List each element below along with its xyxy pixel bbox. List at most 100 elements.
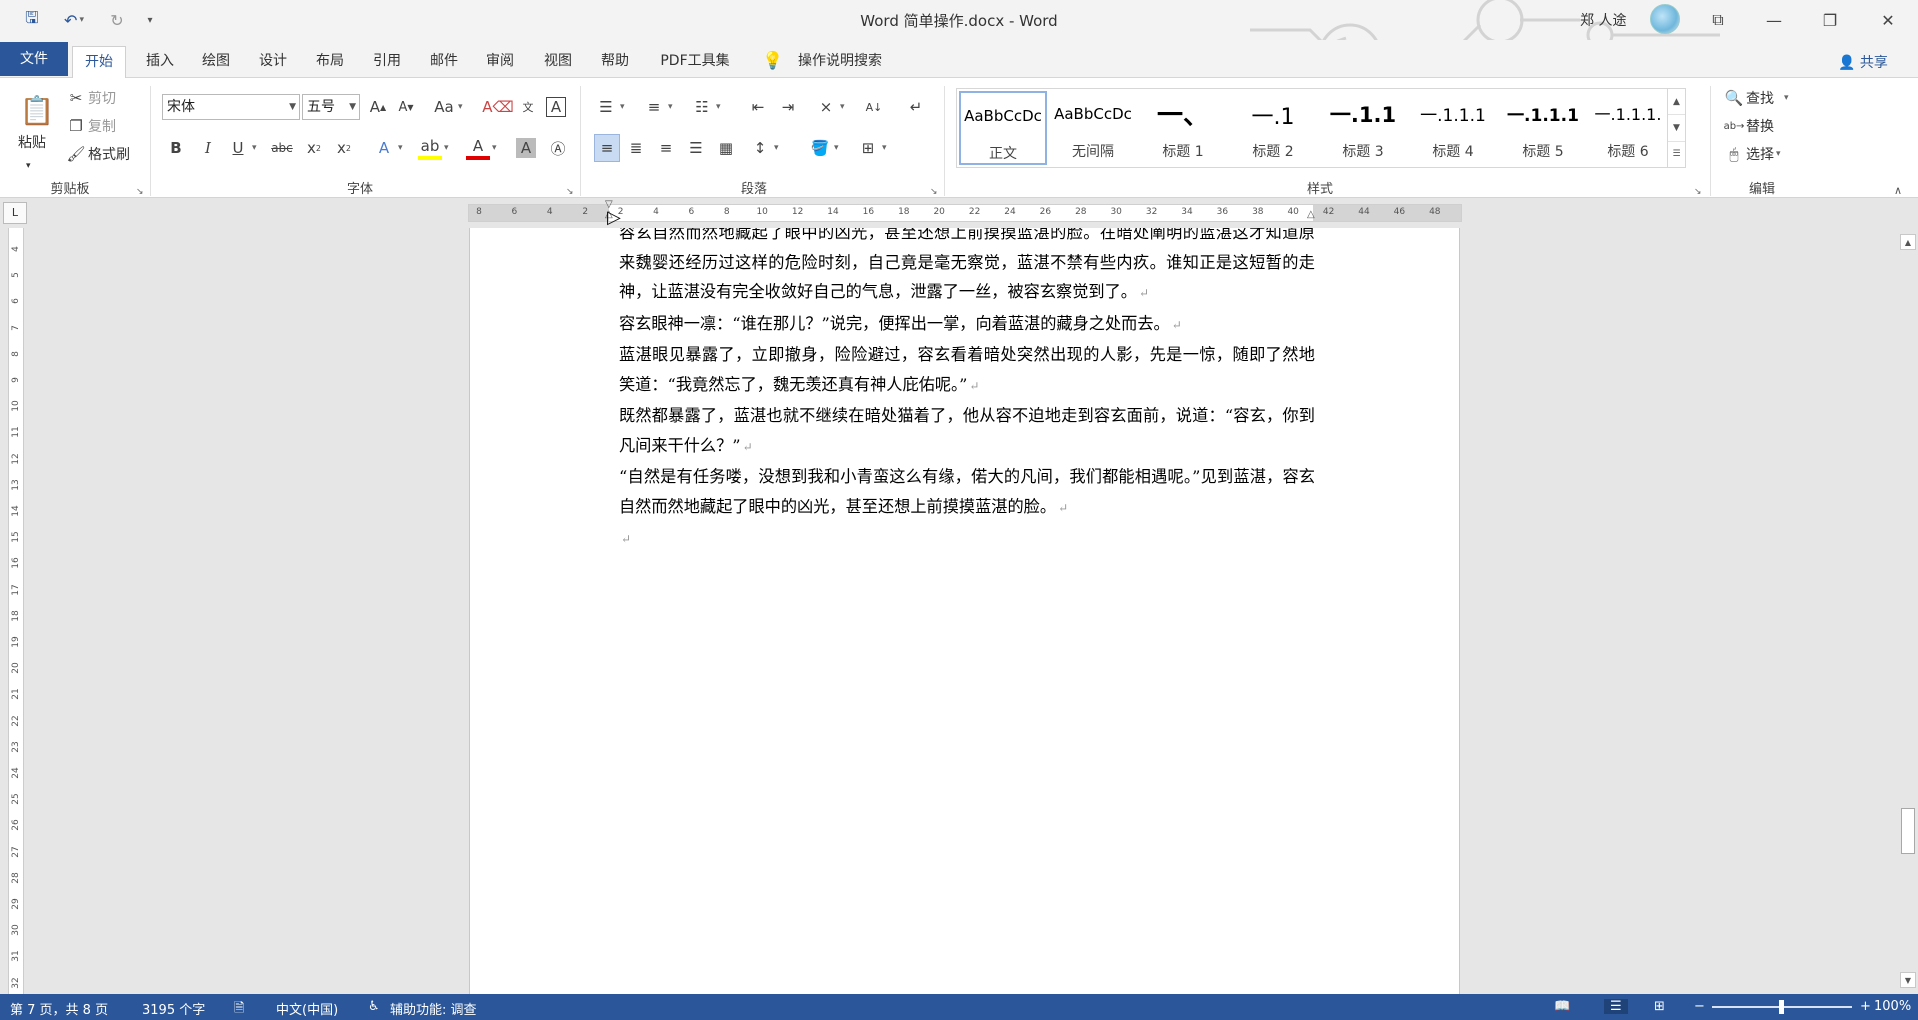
- word-count[interactable]: 3195 个字: [142, 999, 205, 1018]
- tab-review[interactable]: 审阅: [480, 46, 520, 76]
- highlight-button[interactable]: ab ▾: [418, 136, 449, 160]
- zoom-out-button[interactable]: −: [1694, 999, 1705, 1014]
- style-heading-3[interactable]: 一.1.1 标题 3: [1319, 91, 1407, 165]
- paragraph[interactable]: 蓝湛眼见暴露了，立即撤身，险险避过，容玄看着暗处突然出现的人影，先是一惊，随即了…: [619, 340, 1315, 401]
- style-heading-6[interactable]: 一.1.1.1. 标题 6: [1589, 91, 1667, 165]
- document-page[interactable]: 容玄自然而然地藏起了眼中的凶光，甚至还想上前摸摸蓝湛的脸。在暗处阐明的蓝湛这才知…: [469, 228, 1460, 994]
- italic-button[interactable]: I: [196, 136, 220, 160]
- paragraph[interactable]: 容玄自然而然地藏起了眼中的凶光，甚至还想上前摸摸蓝湛的脸。在暗处阐明的蓝湛这才知…: [619, 228, 1315, 309]
- right-indent-marker[interactable]: △: [1307, 209, 1315, 220]
- style-normal[interactable]: AaBbCcDc 正文: [959, 91, 1047, 165]
- align-center-button[interactable]: ≣: [624, 136, 648, 160]
- decrease-indent-button[interactable]: ⇤: [746, 95, 770, 119]
- style-heading-4[interactable]: 一.1.1.1 标题 4: [1409, 91, 1497, 165]
- character-shading-button[interactable]: A: [516, 136, 536, 160]
- replace-button[interactable]: ab→ 替换: [1722, 114, 1774, 138]
- web-layout-icon[interactable]: ⊞: [1654, 999, 1665, 1014]
- scroll-up-button[interactable]: ▲: [1900, 234, 1916, 250]
- language-indicator[interactable]: 中文(中国): [276, 999, 338, 1018]
- shrink-font-button[interactable]: A ▼: [394, 95, 418, 119]
- align-left-button[interactable]: ≡: [594, 134, 620, 162]
- borders-button[interactable]: ⊞ ▾: [856, 136, 887, 160]
- read-mode-icon[interactable]: 📖: [1554, 999, 1570, 1014]
- style-heading-1[interactable]: 一、 标题 1: [1139, 91, 1227, 165]
- chevron-up-icon[interactable]: ▲: [1668, 89, 1685, 116]
- numbering-button[interactable]: ≡ ▾: [642, 95, 673, 119]
- minimize-button[interactable]: —: [1746, 0, 1802, 40]
- style-heading-5[interactable]: 一.1.1.1 标题 5: [1499, 91, 1587, 165]
- paragraph[interactable]: ↵: [619, 523, 1315, 555]
- multilevel-list-button[interactable]: ☷ ▾: [690, 95, 720, 119]
- tab-draw[interactable]: 绘图: [196, 46, 236, 76]
- increase-indent-button[interactable]: ⇥: [776, 95, 800, 119]
- restore-button[interactable]: ❐: [1802, 0, 1858, 40]
- superscript-button[interactable]: x2: [332, 136, 356, 160]
- paragraph[interactable]: “自然是有任务喽，没想到我和小青蛮这么有缘，偌大的凡间，我们都能相遇呢。”见到蓝…: [619, 462, 1315, 523]
- align-right-button[interactable]: ≡: [654, 136, 678, 160]
- tab-design[interactable]: 设计: [253, 46, 293, 76]
- tab-pdf[interactable]: PDF工具集: [652, 46, 738, 76]
- distributed-button[interactable]: ▦: [714, 136, 738, 160]
- document-body[interactable]: 容玄自然而然地藏起了眼中的凶光，甚至还想上前摸摸蓝湛的脸。在暗处阐明的蓝湛这才知…: [619, 228, 1315, 555]
- page-counter[interactable]: 第 7 页，共 8 页: [10, 999, 108, 1018]
- font-color-button[interactable]: A ▾: [466, 136, 497, 160]
- document-canvas[interactable]: 容玄自然而然地藏起了眼中的凶光，甚至还想上前摸摸蓝湛的脸。在暗处阐明的蓝湛这才知…: [30, 228, 1898, 994]
- tab-selector[interactable]: L: [3, 202, 27, 224]
- line-spacing-button[interactable]: ↕ ▾: [748, 136, 779, 160]
- zoom-slider-thumb[interactable]: [1779, 1000, 1784, 1014]
- subscript-button[interactable]: x2: [302, 136, 326, 160]
- change-case-button[interactable]: Aa ▾: [432, 95, 462, 119]
- strikethrough-button[interactable]: abc: [270, 136, 294, 160]
- paragraph[interactable]: 既然都暴露了，蓝湛也就不继续在暗处猫着了，他从容不迫地走到容玄面前，说道：“容玄…: [619, 401, 1315, 462]
- show-marks-button[interactable]: ↵: [904, 95, 928, 119]
- format-painter-button[interactable]: 🖌 格式刷: [64, 142, 130, 166]
- select-button[interactable]: 🖱 选择 ▾: [1722, 142, 1780, 166]
- user-name[interactable]: 郑 人途: [1580, 10, 1626, 30]
- style-no-spacing[interactable]: AaBbCcDc 无间隔: [1049, 91, 1137, 165]
- tab-help[interactable]: 帮助: [595, 46, 635, 76]
- accessibility-status[interactable]: 辅助功能: 调查: [390, 999, 477, 1018]
- font-name-combo[interactable]: 宋体 ▼: [162, 94, 300, 120]
- text-effects-button[interactable]: A ▾: [372, 136, 403, 160]
- scroll-thumb[interactable]: [1901, 808, 1915, 854]
- cut-button[interactable]: ✂ 剪切: [64, 86, 116, 110]
- tell-me-search[interactable]: 操作说明搜索: [792, 46, 888, 76]
- zoom-level[interactable]: 100%: [1874, 999, 1911, 1014]
- print-layout-icon[interactable]: ☰: [1604, 999, 1628, 1014]
- style-heading-2[interactable]: 一.1 标题 2: [1229, 91, 1317, 165]
- justify-button[interactable]: ☰: [684, 136, 708, 160]
- find-button[interactable]: 🔍 查找 ▾: [1722, 86, 1789, 110]
- close-button[interactable]: ✕: [1858, 0, 1918, 40]
- grow-font-button[interactable]: A ▲: [366, 95, 390, 119]
- zoom-in-button[interactable]: +: [1860, 999, 1871, 1014]
- proofing-icon[interactable]: 🗎: [234, 999, 244, 1020]
- bold-button[interactable]: B: [164, 136, 188, 160]
- tab-home[interactable]: 开始: [72, 46, 126, 78]
- character-border-button[interactable]: A: [546, 95, 566, 119]
- paste-dropdown-icon[interactable]: ▾: [26, 154, 31, 178]
- tab-mailings[interactable]: 邮件: [424, 46, 464, 76]
- avatar[interactable]: [1650, 4, 1680, 34]
- chinese-layout-button[interactable]: ⨯ ▾: [814, 95, 845, 119]
- paste-button[interactable]: 粘贴: [18, 130, 46, 154]
- tab-insert[interactable]: 插入: [140, 46, 180, 76]
- tab-layout[interactable]: 布局: [310, 46, 350, 76]
- ribbon-display-options-icon[interactable]: ⧉: [1690, 0, 1746, 40]
- gallery-scroll[interactable]: ▲ ▼ ☰: [1667, 89, 1685, 167]
- phonetic-guide-button[interactable]: 文: [516, 95, 540, 119]
- chevron-down-icon[interactable]: ▼: [1668, 115, 1685, 142]
- tab-view[interactable]: 视图: [538, 46, 578, 76]
- underline-button[interactable]: U ▾: [226, 136, 257, 160]
- paste-icon[interactable]: 📋: [12, 90, 62, 130]
- tab-file[interactable]: 文件: [0, 42, 68, 76]
- share-button[interactable]: 👤 共享: [1838, 52, 1888, 72]
- vertical-scrollbar[interactable]: ▲ ▼: [1898, 228, 1918, 994]
- clear-formatting-button[interactable]: A⌫: [482, 95, 513, 119]
- horizontal-ruler[interactable]: 8 6 4 2 2 4 6 8 10 12 14 16 18 20 22 24 26 28 30 32 34 36 38 40…: [468, 199, 1462, 228]
- enclose-characters-button[interactable]: Ⓐ: [546, 136, 570, 160]
- scroll-down-button[interactable]: ▼: [1900, 972, 1916, 988]
- font-size-combo[interactable]: 五号 ▼: [302, 94, 360, 120]
- vertical-ruler[interactable]: 4 5 6 7 8 9 10 11 12 13 14 15 16 17 18 19 20 21 22 23 24 25 26…: [0, 228, 30, 994]
- shading-button[interactable]: 🪣 ▾: [808, 136, 839, 160]
- sort-button[interactable]: A↓: [862, 95, 886, 119]
